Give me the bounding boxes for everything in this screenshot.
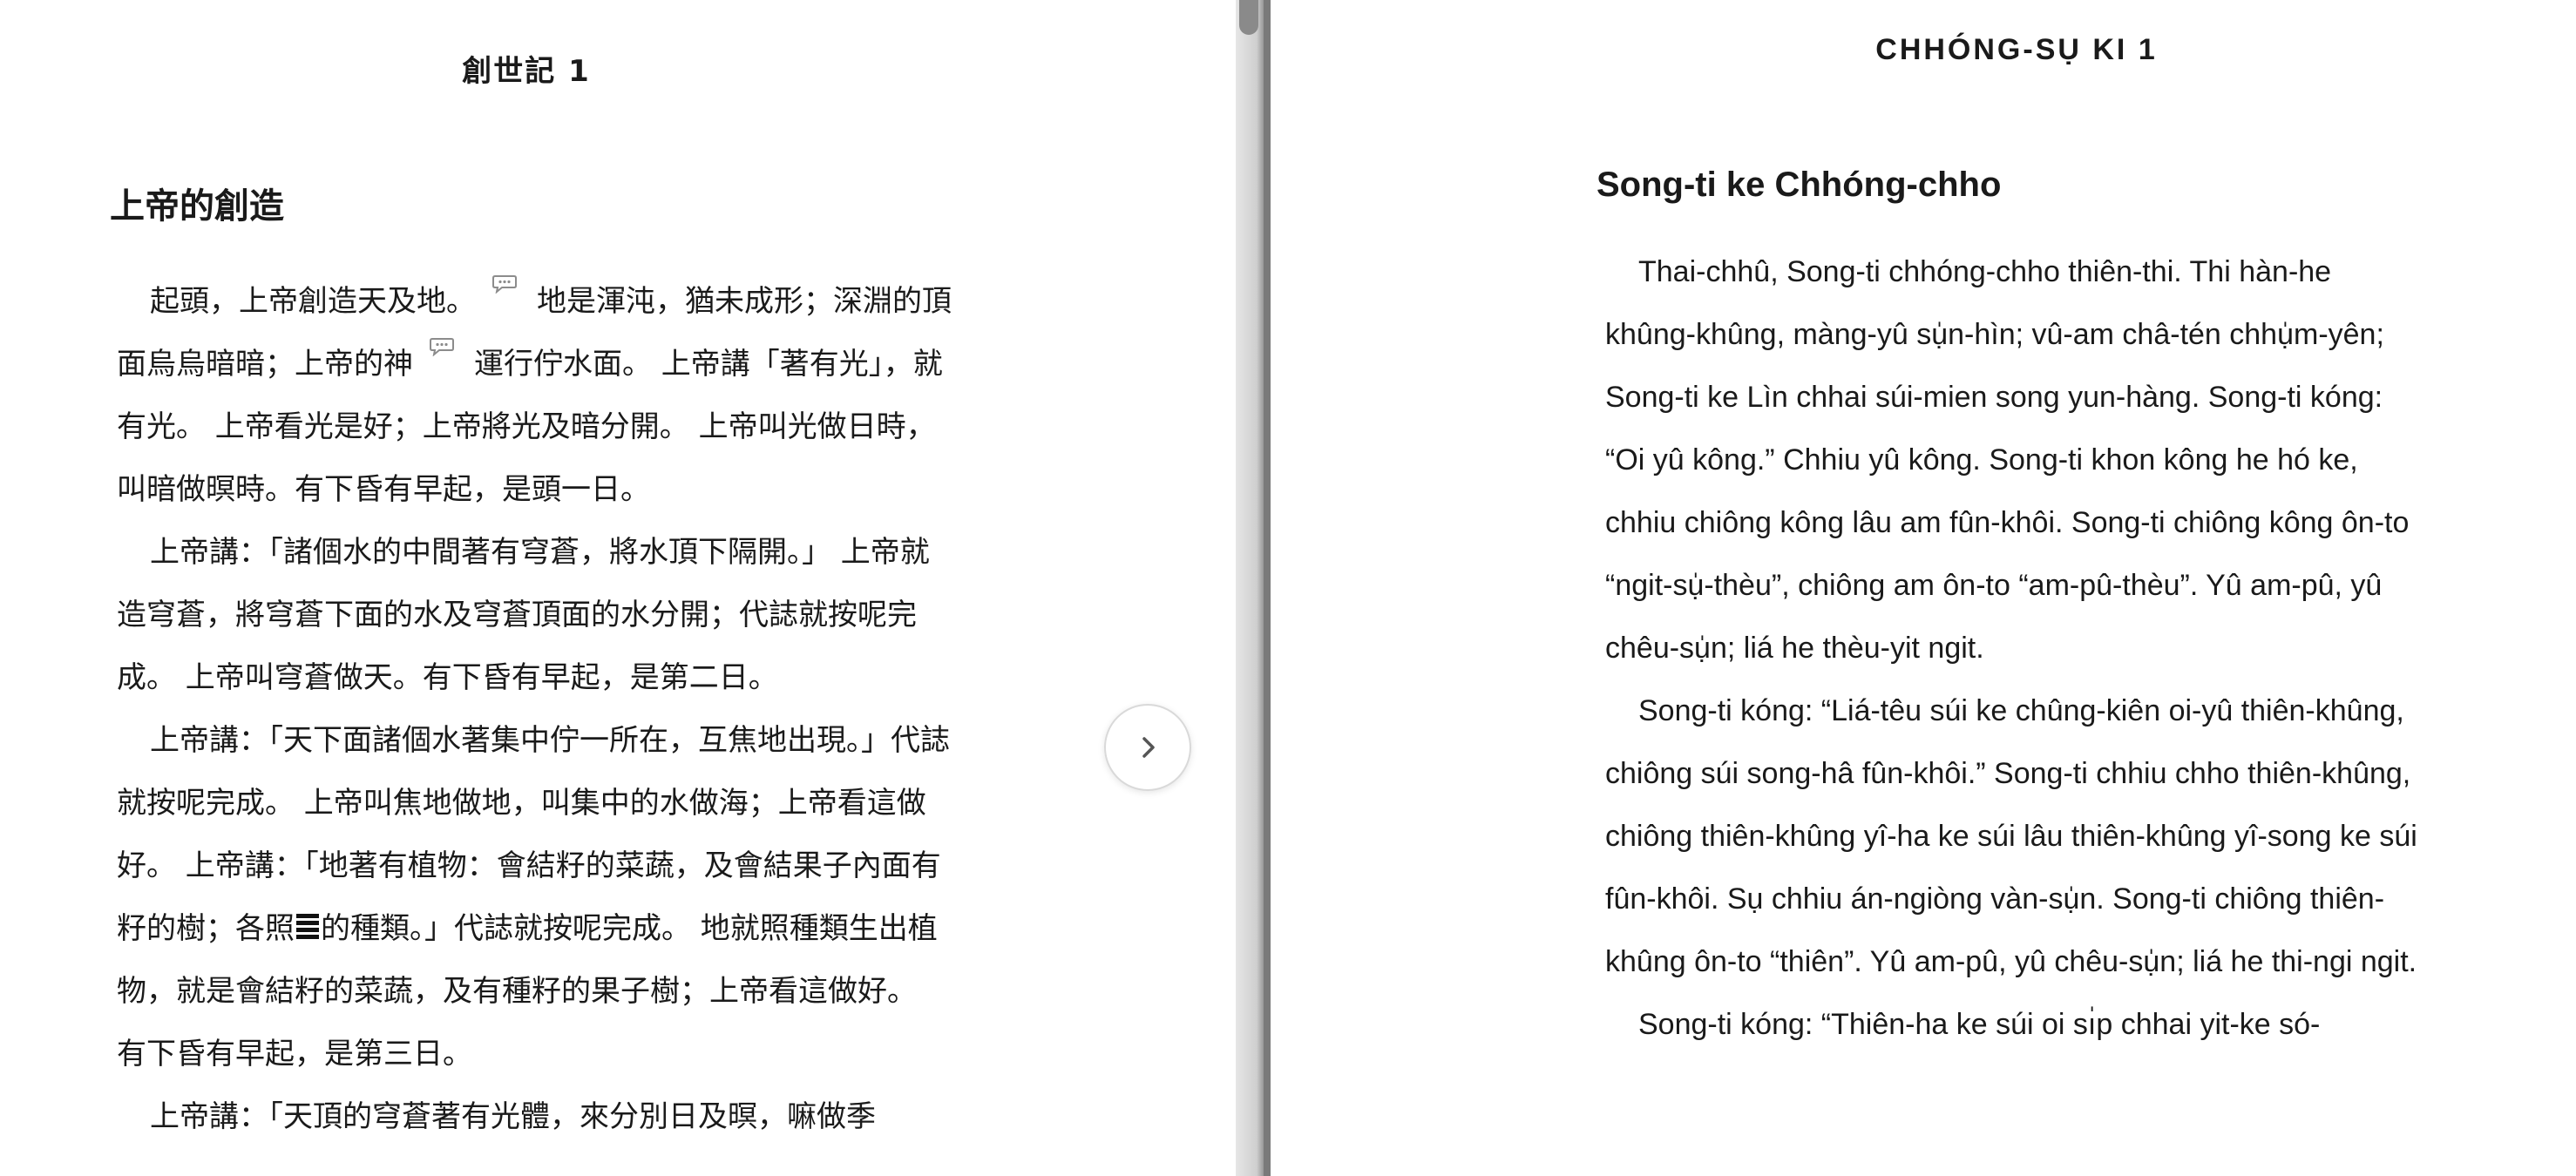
right-paragraph-3: Song-ti kóng: “Thiên-ha ke súi oi sı̍p c…: [1638, 1008, 2321, 1041]
left-text-pane: 創世記 1 上帝的創造 起頭，上帝創造天及地。 地是渾沌，猶未成形；深淵的頂面烏烏…: [0, 0, 1236, 1176]
right-chapter-title[interactable]: CHHÓNG-SỤ KI 1: [1271, 33, 2576, 67]
verse-text: 起頭，上帝創造天及地。: [150, 284, 476, 319]
right-section-heading: Song-ti ke Chhóng-chho: [1596, 166, 2002, 204]
right-paragraph-1: Thai-chhû, Song-ti chhóng-chho thiên-thi…: [1605, 255, 2410, 665]
right-text-pane: CHHÓNG-SỤ KI 1 Song-ti ke Chhóng-chho Th…: [1271, 0, 2576, 1176]
pane-divider-line: [1264, 0, 1271, 1176]
left-section-heading: 上帝的創造: [110, 186, 284, 226]
missing-glyph-box: [296, 914, 319, 942]
next-chapter-button[interactable]: [1104, 704, 1191, 791]
speech-bubble-icon[interactable]: [491, 274, 518, 294]
right-chapter-body: Thai-chhû, Song-ti chhóng-chho thiên-thi…: [1605, 240, 2424, 1056]
bible-parallel-reader: 創世記 1 上帝的創造 起頭，上帝創造天及地。 地是渾沌，猶未成形；深淵的頂面烏烏…: [0, 0, 2576, 1176]
divider-drag-handle[interactable]: [1239, 0, 1258, 35]
speech-bubble-icon[interactable]: [429, 337, 455, 356]
chevron-right-icon: [1142, 737, 1155, 758]
left-paragraph-4: 上帝講：「天頂的穹蒼著有光體，來分別日及暝，嘛做季: [150, 1099, 876, 1134]
left-chapter-title[interactable]: 創世記 1: [0, 47, 1053, 90]
left-paragraph-1: 起頭，上帝創造天及地。 地是渾沌，猶未成形；深淵的頂面烏烏暗暗；上帝的神 運行佇水面…: [117, 270, 953, 521]
left-paragraph-3: 上帝講：「天下面諸個水著集中佇一所在，互焦地出現。」代誌就按呢完成。 上帝叫焦地…: [117, 709, 953, 1085]
left-chapter-body: 起頭，上帝創造天及地。 地是渾沌，猶未成形；深淵的頂面烏烏暗暗；上帝的神 運行佇水面…: [117, 270, 953, 1148]
left-paragraph-2: 上帝講：「諸個水的中間著有穹蒼，將水頂下隔開。」 上帝就造穹蒼，將穹蒼下面的水及…: [117, 535, 930, 695]
right-paragraph-2: Song-ti kóng: “Liá-têu súi ke chûng-kiên…: [1605, 694, 2417, 978]
